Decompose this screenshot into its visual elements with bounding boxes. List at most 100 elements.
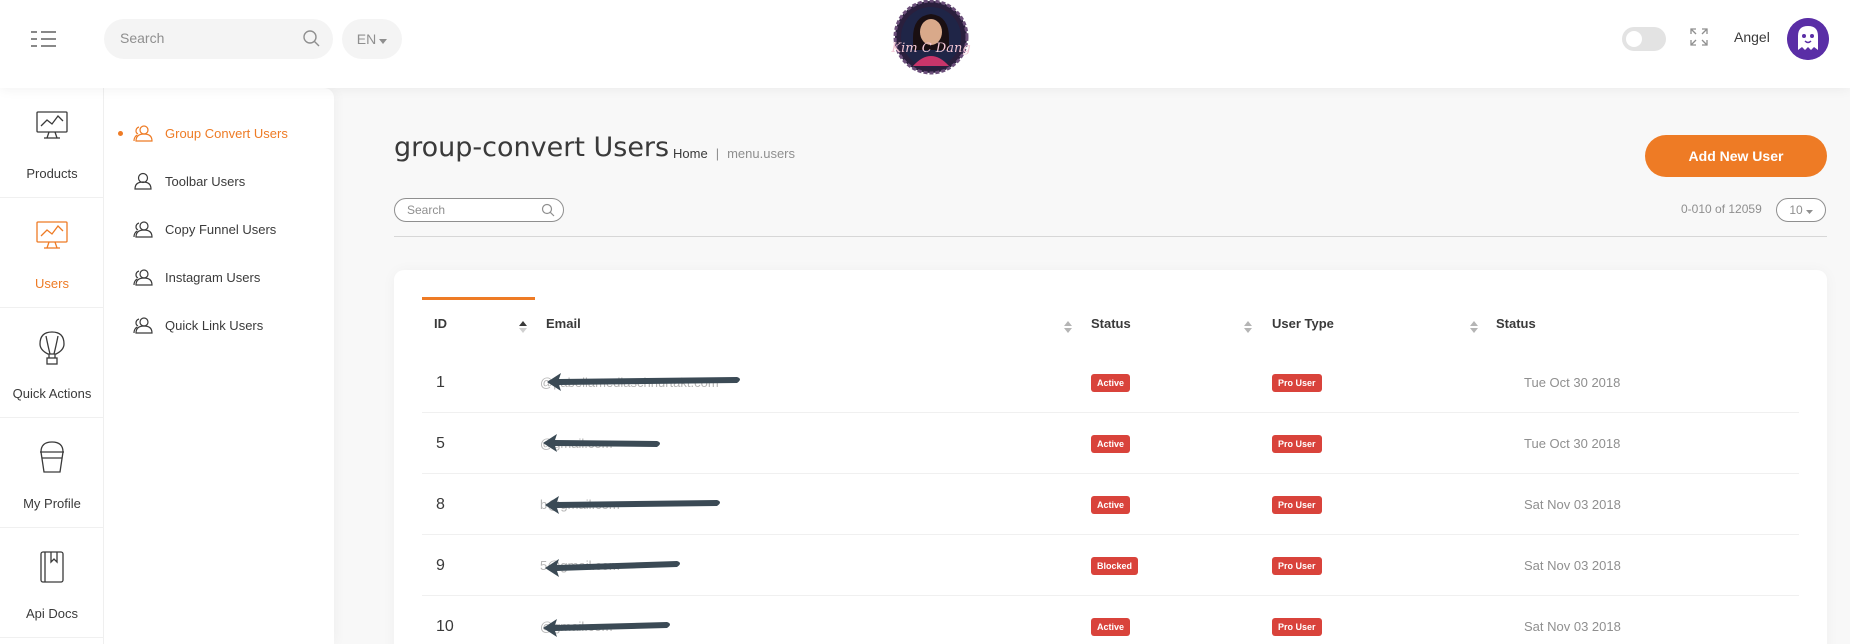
main-menu-quick-actions[interactable]: Quick Actions [0, 308, 104, 418]
caret-down-icon [379, 31, 388, 47]
sub-menu: Group Convert Users Toolbar Users Copy F… [104, 88, 334, 644]
user-type-badge: Pro User [1272, 618, 1322, 636]
breadcrumb-current: menu.users [727, 146, 795, 161]
table-row[interactable]: 5 @gmail.com Active Pro User Tue Oct 30 … [422, 413, 1799, 474]
list-search-input[interactable] [407, 203, 532, 217]
main-menu-label: Api Docs [25, 606, 79, 621]
cell-date: Sat Nov 03 2018 [1524, 619, 1621, 634]
search-icon[interactable] [302, 29, 321, 53]
table-row[interactable]: 9 5@gmail.com Blocked Pro User Sat Nov 0… [422, 535, 1799, 596]
sub-menu-label: Toolbar Users [165, 173, 246, 189]
status-badge: Blocked [1091, 557, 1139, 575]
redaction-arrow [545, 559, 680, 577]
cell-id: 8 [436, 496, 445, 513]
main-menu-label: Products [26, 166, 78, 181]
sub-menu-label: Copy Funnel Users [165, 221, 277, 237]
cell-date: Tue Oct 30 2018 [1524, 375, 1621, 390]
redaction-arrow [547, 373, 740, 391]
theme-toggle[interactable] [1622, 27, 1666, 51]
sub-menu-quick-link-users[interactable]: Quick Link Users [104, 310, 334, 340]
users-icon [133, 220, 153, 243]
main-menu-users[interactable]: Users [0, 198, 104, 308]
users-icon [133, 124, 153, 147]
user-type-badge: Pro User [1272, 374, 1322, 392]
page-title: group-convert Users [394, 132, 670, 163]
cell-date: Sat Nov 03 2018 [1524, 497, 1621, 512]
sub-menu-label: Quick Link Users [165, 317, 264, 333]
cell-id: 1 [436, 374, 445, 391]
book-icon [0, 550, 104, 590]
table-row[interactable]: 10 @gmail.com Active Pro User Sat Nov 03… [422, 596, 1799, 644]
add-new-user-button[interactable]: Add New User [1645, 135, 1827, 177]
cell-id: 9 [436, 557, 445, 574]
top-search [104, 19, 333, 59]
breadcrumb-separator: | [715, 146, 720, 161]
redaction-arrow [543, 434, 660, 452]
active-dot [118, 130, 123, 136]
bucket-icon [0, 440, 104, 480]
user-icon [133, 172, 153, 195]
main-menu-label: Quick Actions [12, 386, 92, 401]
users-table-card: ID Email Status User Type Status 1 @pabe… [394, 270, 1827, 644]
table-row[interactable]: 1 @pabellamediaschnurtakt.com Active Pro… [422, 352, 1799, 413]
svg-text:Kim C Dang: Kim C Dang [890, 41, 970, 56]
table-row[interactable]: 8 b@gmail.com Active Pro User Sat Nov 03… [422, 474, 1799, 535]
sub-menu-instagram-users[interactable]: Instagram Users [104, 262, 334, 292]
cell-id: 5 [436, 435, 445, 452]
brand-logo[interactable]: Kim C Dang [883, 0, 979, 78]
main-menu-my-profile[interactable]: My Profile [0, 418, 104, 528]
main-menu-label: My Profile [23, 496, 81, 511]
user-avatar[interactable] [1787, 18, 1829, 60]
pagination-summary: 0-010 of 12059 [1681, 202, 1762, 216]
language-label: EN [356, 31, 377, 47]
status-badge: Active [1091, 374, 1131, 392]
page-size-select[interactable]: 10 [1776, 198, 1826, 222]
users-icon [133, 316, 153, 339]
column-header-date[interactable]: Status [1496, 316, 1536, 331]
status-badge: Active [1091, 618, 1131, 636]
user-type-badge: Pro User [1272, 435, 1322, 453]
sub-menu-toolbar-users[interactable]: Toolbar Users [104, 166, 334, 196]
users-icon [133, 268, 153, 291]
balloon-icon [0, 330, 104, 370]
list-search [394, 198, 564, 222]
username-label[interactable]: Angel [1734, 29, 1770, 45]
column-header-id[interactable]: ID [434, 316, 447, 331]
status-badge: Active [1091, 435, 1131, 453]
redaction-arrow [545, 496, 720, 514]
language-select[interactable]: EN [342, 19, 402, 59]
cell-date: Tue Oct 30 2018 [1524, 436, 1621, 451]
breadcrumb: Home | menu.users [673, 146, 795, 161]
search-icon[interactable] [541, 203, 555, 222]
menu-icon[interactable] [30, 30, 58, 48]
sub-menu-label: Instagram Users [165, 269, 261, 285]
top-search-input[interactable] [120, 30, 290, 46]
caret-down-icon [1805, 203, 1813, 217]
fullscreen-icon[interactable] [1690, 28, 1708, 51]
main-menu-api-docs[interactable]: Api Docs [0, 528, 104, 638]
sort-asc-icon[interactable] [519, 320, 527, 338]
top-navbar: EN Kim C Dang Angel [0, 0, 1850, 88]
sort-icon[interactable] [1064, 320, 1072, 338]
sub-menu-label: Group Convert Users [165, 125, 288, 141]
column-header-email[interactable]: Email [546, 316, 581, 331]
user-type-badge: Pro User [1272, 496, 1322, 514]
redaction-arrow [543, 619, 670, 637]
divider [394, 236, 1827, 237]
page-size-value: 10 [1789, 203, 1803, 217]
sub-menu-group-convert-users[interactable]: Group Convert Users [104, 118, 334, 148]
main-menu: Products Users Quick Actions My Profile … [0, 88, 104, 644]
monitor-chart-icon [0, 220, 104, 260]
column-header-user-type[interactable]: User Type [1272, 316, 1334, 331]
monitor-chart-icon [0, 110, 104, 150]
column-header-status[interactable]: Status [1091, 316, 1131, 331]
main-menu-products[interactable]: Products [0, 88, 104, 198]
sub-menu-copy-funnel-users[interactable]: Copy Funnel Users [104, 214, 334, 244]
active-column-indicator [422, 297, 535, 300]
sort-icon[interactable] [1244, 320, 1252, 338]
user-type-badge: Pro User [1272, 557, 1322, 575]
cell-date: Sat Nov 03 2018 [1524, 558, 1621, 573]
breadcrumb-home[interactable]: Home [673, 146, 708, 161]
sort-icon[interactable] [1470, 320, 1478, 338]
status-badge: Active [1091, 496, 1131, 514]
